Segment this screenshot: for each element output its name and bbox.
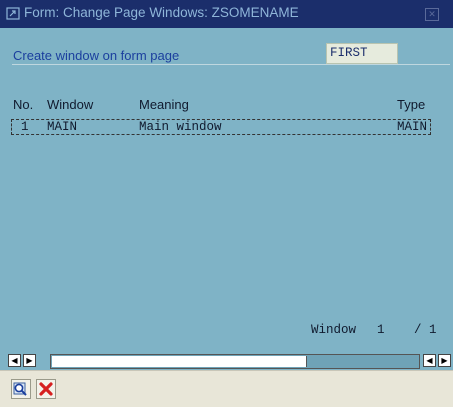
col-header-type: Type — [397, 97, 426, 112]
dialog-window: Form: Change Page Windows: ZSOMENAME ✕ C… — [0, 0, 453, 407]
cancel-icon — [39, 382, 53, 396]
find-button[interactable] — [11, 379, 31, 399]
scroll-left-icon-2[interactable]: ◀ — [423, 354, 436, 367]
cancel-button[interactable] — [36, 379, 56, 399]
scroll-right-icon-2[interactable]: ▶ — [438, 354, 451, 367]
bottom-toolbar — [0, 370, 453, 407]
cell-meaning: Main window — [139, 120, 222, 134]
pager-total: / 1 — [414, 323, 437, 337]
cell-type: MAIN — [397, 120, 428, 134]
scroll-left-icon[interactable]: ◀ — [8, 354, 21, 367]
close-icon[interactable]: ✕ — [425, 8, 439, 21]
horizontal-scrollbar[interactable]: ◀ ▶ ◀ ▶ — [8, 354, 453, 369]
title-bar[interactable]: Form: Change Page Windows: ZSOMENAME ✕ — [0, 0, 453, 28]
form-page-field[interactable]: FIRST — [326, 43, 398, 64]
scroll-right-icon[interactable]: ▶ — [23, 354, 36, 367]
scroll-thumb[interactable] — [52, 356, 307, 367]
cell-no: 1 — [21, 120, 29, 134]
header-separator — [12, 64, 450, 65]
cell-window: MAIN — [47, 120, 78, 134]
col-header-meaning: Meaning — [139, 97, 189, 112]
pager-current: 1 — [377, 323, 385, 337]
col-header-window: Window — [47, 97, 94, 112]
pager-label: Window — [311, 323, 357, 337]
scroll-track[interactable] — [50, 354, 420, 369]
col-header-no: No. — [13, 97, 34, 112]
find-icon — [13, 382, 27, 396]
window-title: Form: Change Page Windows: ZSOMENAME — [24, 5, 299, 20]
window-icon — [6, 7, 20, 20]
create-window-label: Create window on form page — [13, 48, 180, 63]
